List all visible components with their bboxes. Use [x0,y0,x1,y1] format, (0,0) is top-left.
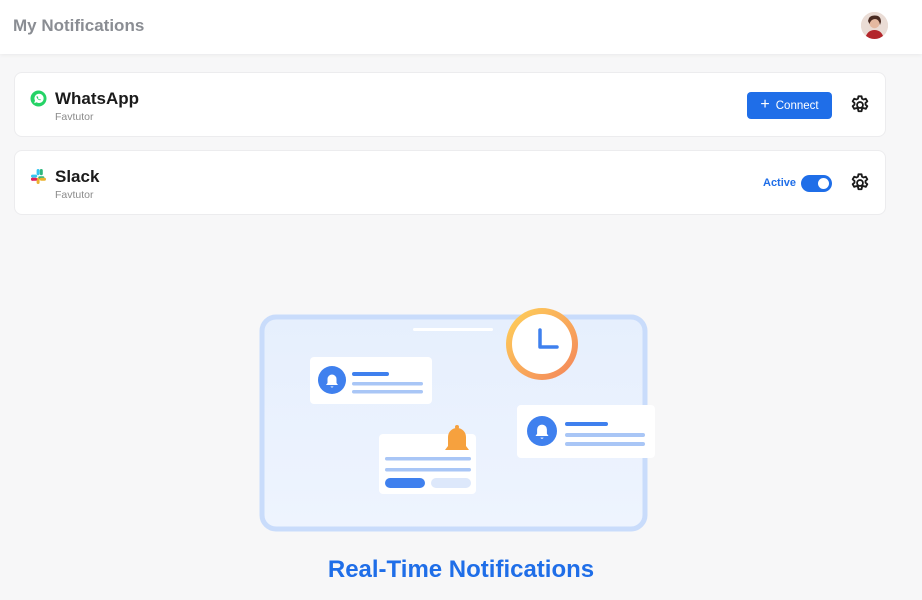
notifications-illustration [255,300,665,540]
hero-title: Real-Time Notifications [327,556,595,583]
clock-icon [506,308,578,380]
integration-card-whatsapp: WhatsApp Favtutor + Connect [14,72,886,137]
user-avatar[interactable] [861,12,888,39]
status-label: Active [763,177,797,189]
integration-name: WhatsApp [55,89,140,108]
settings-gear-icon[interactable] [849,94,871,116]
settings-gear-icon[interactable] [849,172,871,194]
integration-name: Slack [55,167,100,186]
page-title: My Notifications [13,16,145,35]
integration-workspace: Favtutor [55,111,94,123]
connect-button-label: Connect [775,99,819,112]
whatsapp-icon [30,90,47,107]
top-bar: My Notifications [0,0,922,54]
slack-icon [30,168,47,185]
toggle-knob [818,178,829,189]
notification-card-illustration [310,357,432,404]
active-toggle[interactable] [801,175,832,192]
integration-card-slack: Slack Favtutor Active [14,150,886,215]
connect-button[interactable]: + Connect [747,92,832,119]
notification-card-illustration [517,405,655,458]
integration-workspace: Favtutor [55,189,94,201]
plus-icon: + [760,95,770,113]
